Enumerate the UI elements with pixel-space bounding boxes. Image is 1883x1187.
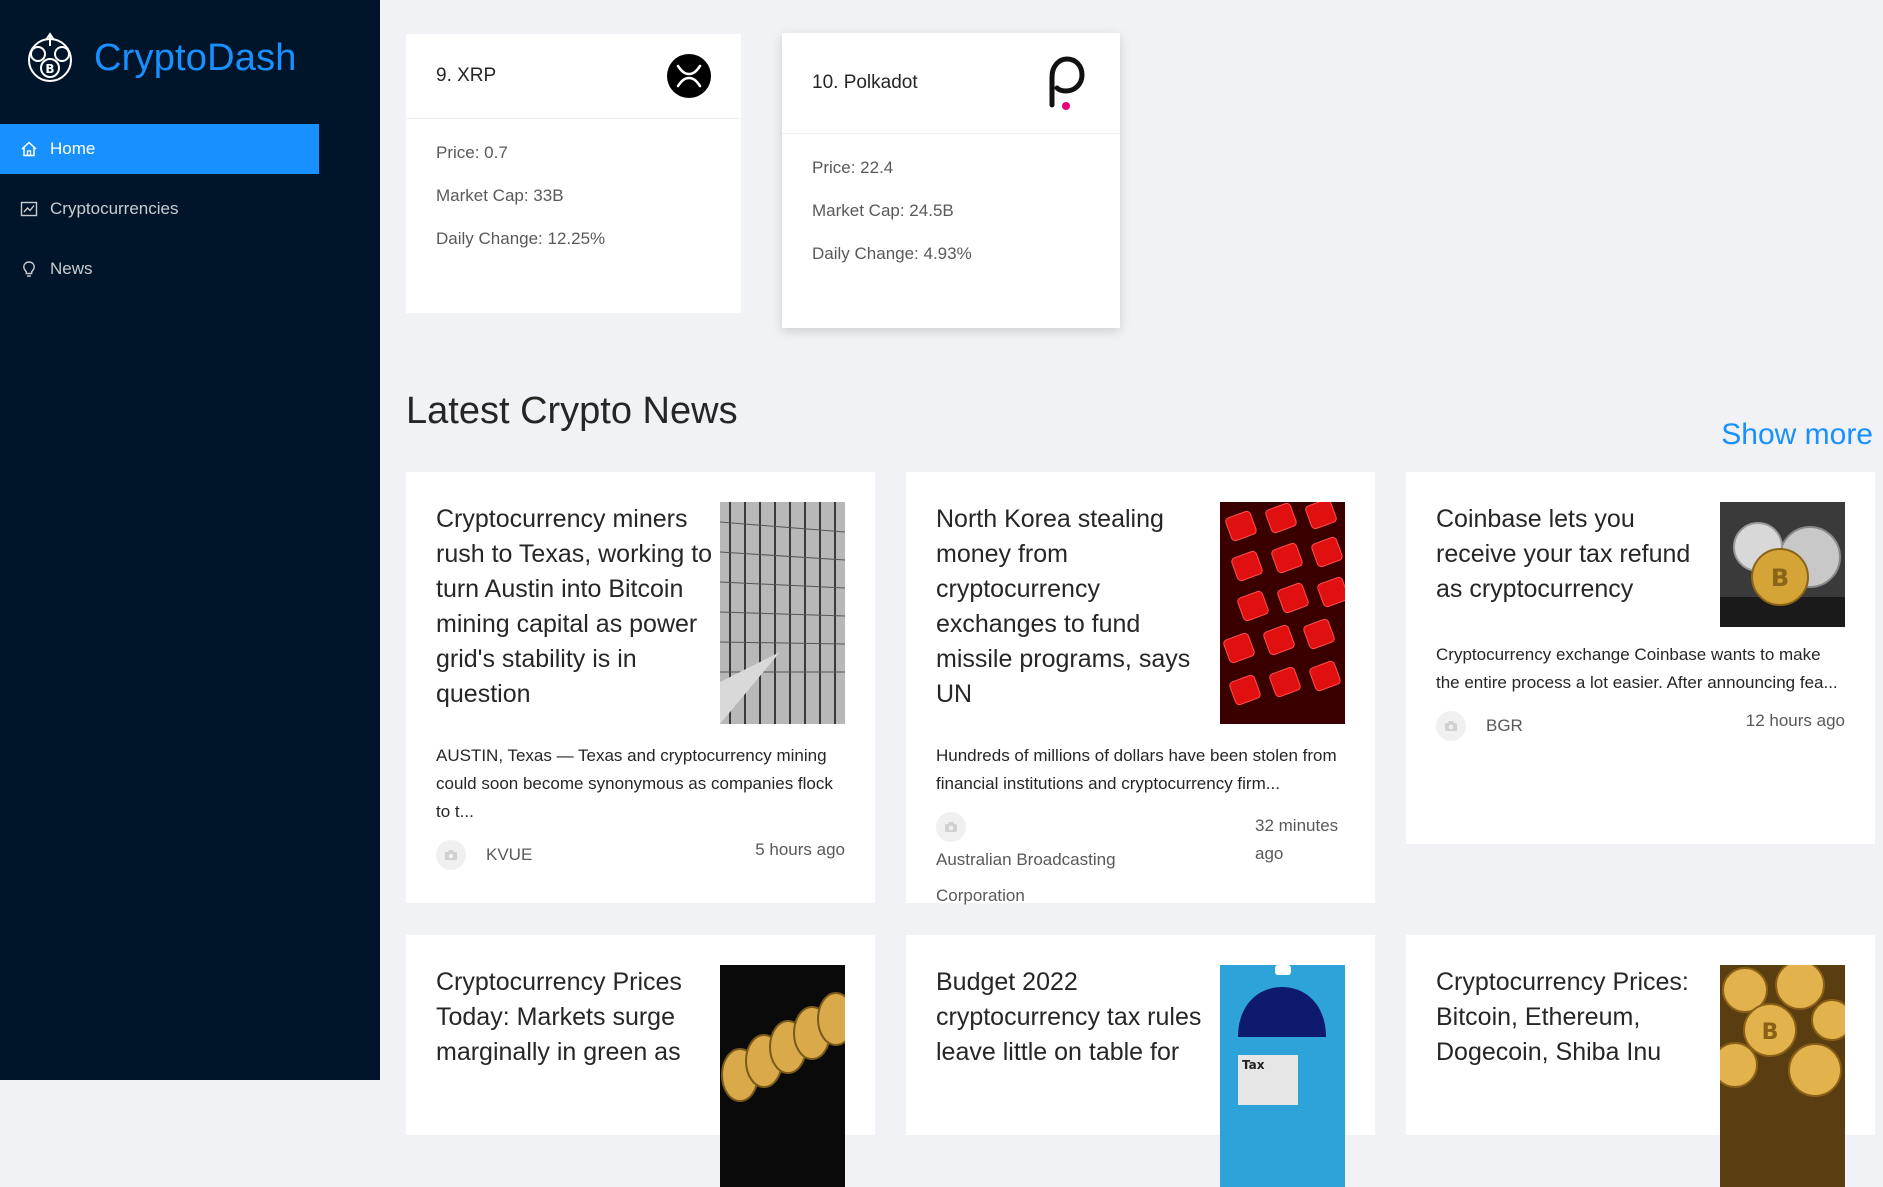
main-content: 9. XRP Price: 0.7 Market Cap: 33B Daily … <box>380 0 1883 1187</box>
gold-coins-photo <box>720 965 845 1187</box>
news-title[interactable]: Coinbase lets you receive your tax refun… <box>1436 502 1711 607</box>
avatar <box>936 812 966 842</box>
news-card[interactable]: Cryptocurrency Prices: Bitcoin, Ethereum… <box>1406 935 1875 1187</box>
news-description: Cryptocurrency exchange Coinbase wants t… <box>1436 645 1838 692</box>
svg-text:Tax: Tax <box>1242 1058 1265 1072</box>
svg-text:B: B <box>45 62 54 76</box>
brand-title[interactable]: CryptoDash <box>94 37 297 80</box>
home-icon <box>21 141 37 157</box>
bitcoin-globe-icon: B <box>28 32 72 82</box>
coin-card-body: Price: 22.4 Market Cap: 24.5B Daily Chan… <box>782 134 1120 311</box>
svg-text:B: B <box>1771 564 1789 592</box>
news-card[interactable]: Budget 2022 cryptocurrency tax rules lea… <box>906 935 1375 1187</box>
coin-market-cap: Market Cap: 33B <box>436 186 564 205</box>
news-meta: KVUE 5 hours ago <box>436 840 845 870</box>
coin-price: Price: 22.4 <box>812 158 894 177</box>
coin-daily-change: Daily Change: 12.25% <box>436 229 606 248</box>
avatar <box>1436 711 1466 741</box>
coin-market-cap: Market Cap: 24.5B <box>812 201 954 220</box>
sidebar-item-label: News <box>50 259 93 278</box>
tax-umbrella-photo: Tax <box>1220 965 1345 1187</box>
coin-name: 10. Polkadot <box>812 72 918 93</box>
news-provider[interactable]: BGR <box>1436 711 1523 741</box>
news-section-title: Latest Crypto News <box>406 390 738 432</box>
coin-price: Price: 0.7 <box>436 143 508 162</box>
svg-text:B: B <box>1762 1020 1779 1045</box>
sidebar-item-cryptocurrencies[interactable]: Cryptocurrencies <box>0 184 319 234</box>
camera-icon <box>945 822 957 832</box>
news-time: 32 minutes ago <box>1255 816 1339 863</box>
news-description: Hundreds of millions of dollars have bee… <box>936 746 1337 793</box>
news-provider-name: Australian Broadcasting Corporation <box>936 850 1116 905</box>
news-title[interactable]: Cryptocurrency miners rush to Texas, wor… <box>436 502 716 712</box>
news-provider[interactable]: KVUE <box>436 840 532 870</box>
sidebar-menu: Home Cryptocurrencies News <box>0 124 319 304</box>
sidebar-item-label: Cryptocurrencies <box>50 199 179 218</box>
news-meta: Australian Broadcasting Corporation 32 m… <box>936 812 1345 914</box>
coin-daily-change: Daily Change: 4.93% <box>812 244 972 263</box>
news-time: 5 hours ago <box>755 840 845 859</box>
news-provider-name: BGR <box>1486 716 1523 735</box>
avatar <box>436 840 466 870</box>
sidebar: B CryptoDash Home Cryptocurrencies News <box>0 0 380 1080</box>
news-time: 12 hours ago <box>1745 711 1845 730</box>
news-title[interactable]: Cryptocurrency Prices: Bitcoin, Ethereum… <box>1436 965 1711 1070</box>
news-title[interactable]: Budget 2022 cryptocurrency tax rules lea… <box>936 965 1216 1070</box>
show-more-link[interactable]: Show more <box>1721 418 1873 452</box>
news-title[interactable]: Cryptocurrency Prices Today: Markets sur… <box>436 965 716 1070</box>
news-section-header: Latest Crypto News Show more <box>406 390 1873 452</box>
news-title[interactable]: North Korea stealing money from cryptocu… <box>936 502 1216 712</box>
coin-card-body: Price: 0.7 Market Cap: 33B Daily Change:… <box>406 119 741 296</box>
coin-card-header: 9. XRP <box>406 34 741 119</box>
brand[interactable]: B CryptoDash <box>24 32 297 84</box>
coins-photo: B <box>1720 502 1845 627</box>
news-card[interactable]: Coinbase lets you receive your tax refun… <box>1406 472 1875 844</box>
camera-icon <box>445 850 457 860</box>
sidebar-item-label: Home <box>50 139 96 158</box>
coin-name: 9. XRP <box>436 65 497 86</box>
xrp-icon <box>667 54 711 98</box>
camera-icon <box>1445 721 1457 731</box>
coin-card-header: 10. Polkadot <box>782 33 1120 134</box>
news-card[interactable]: Cryptocurrency miners rush to Texas, wor… <box>406 472 875 903</box>
server-rack-photo <box>720 502 845 724</box>
news-card[interactable]: North Korea stealing money from cryptocu… <box>906 472 1375 905</box>
coin-card-xrp[interactable]: 9. XRP Price: 0.7 Market Cap: 33B Daily … <box>406 34 741 313</box>
polkadot-icon <box>1049 56 1085 110</box>
news-provider[interactable]: Australian Broadcasting Corporation <box>936 812 1186 914</box>
news-provider-name: KVUE <box>486 845 533 864</box>
sidebar-item-home[interactable]: Home <box>0 124 319 174</box>
news-description: AUSTIN, Texas — Texas and cryptocurrency… <box>436 746 833 821</box>
news-card[interactable]: Cryptocurrency Prices Today: Markets sur… <box>406 935 875 1187</box>
news-meta: BGR 12 hours ago <box>1436 711 1845 741</box>
bulb-icon <box>23 261 35 277</box>
coin-card-polkadot[interactable]: 10. Polkadot Price: 22.4 Market Cap: 24.… <box>782 33 1120 328</box>
bitcoin-pile-photo: B <box>1720 965 1845 1187</box>
sidebar-item-news[interactable]: News <box>0 244 319 294</box>
red-keyboard-photo <box>1220 502 1345 724</box>
fund-icon <box>20 201 38 217</box>
